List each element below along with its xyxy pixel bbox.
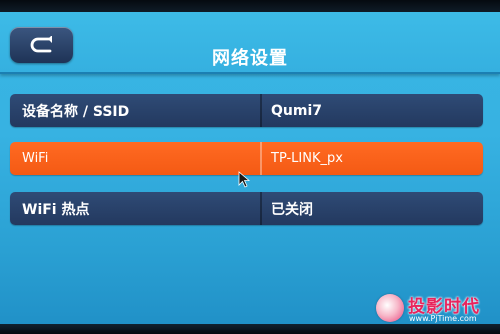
- screen-bezel-bottom: [0, 324, 500, 334]
- projector-screen: 网络设置 设备名称 / SSID Qumi7 WiFi TP-LINK_px W…: [0, 0, 500, 334]
- setting-value-device-name: Qumi7: [271, 102, 322, 119]
- setting-label-wifi-hotspot: WiFi 热点: [22, 201, 90, 218]
- header-bar: 网络设置: [0, 12, 500, 74]
- setting-value-wifi-hotspot: 已关闭: [271, 201, 313, 218]
- mouse-pointer-icon: [238, 171, 251, 188]
- watermark-logo-icon: [376, 294, 404, 322]
- setting-row-wifi-hotspot[interactable]: WiFi 热点 已关闭: [10, 192, 483, 225]
- setting-label-wifi: WiFi: [22, 151, 49, 166]
- back-button[interactable]: [10, 27, 73, 63]
- screen-bezel-top: [0, 0, 500, 12]
- watermark-url: www.PjTime.com: [409, 314, 477, 323]
- page-title: 网络设置: [212, 48, 288, 69]
- back-arrow-icon: [30, 36, 52, 53]
- setting-row-device-name[interactable]: 设备名称 / SSID Qumi7: [10, 94, 483, 127]
- setting-label-device-name: 设备名称 / SSID: [22, 103, 130, 120]
- setting-value-wifi: TP-LINK_px: [271, 151, 343, 166]
